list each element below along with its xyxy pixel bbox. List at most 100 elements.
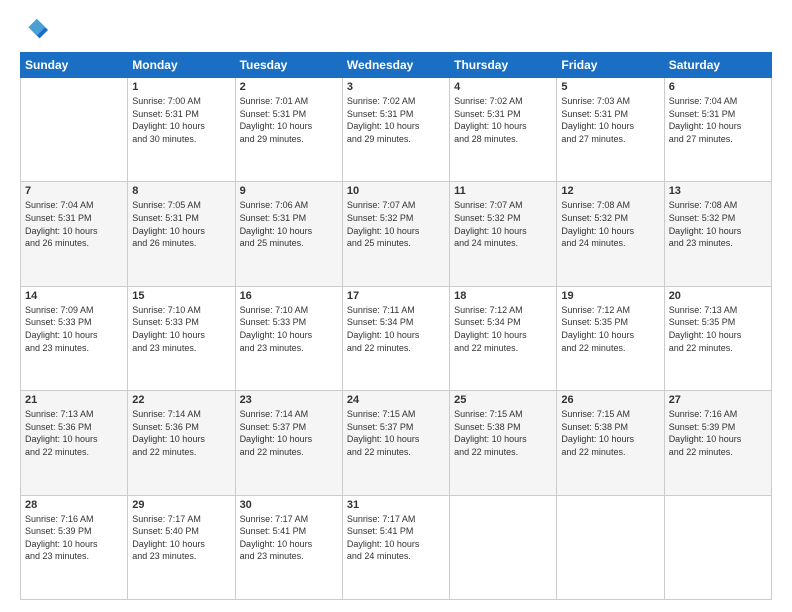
calendar-cell: 17 Sunrise: 7:11 AM Sunset: 5:34 PM Dayli… (342, 286, 449, 390)
cell-info: Sunrise: 7:03 AM Sunset: 5:31 PM Dayligh… (561, 95, 659, 145)
calendar-cell: 19 Sunrise: 7:12 AM Sunset: 5:35 PM Dayli… (557, 286, 664, 390)
logo-icon (20, 16, 48, 44)
day-number: 6 (669, 81, 767, 93)
cell-info: Sunrise: 7:10 AM Sunset: 5:33 PM Dayligh… (132, 304, 230, 354)
cell-info: Sunrise: 7:07 AM Sunset: 5:32 PM Dayligh… (454, 199, 552, 249)
cell-info: Sunrise: 7:10 AM Sunset: 5:33 PM Dayligh… (240, 304, 338, 354)
cell-info: Sunrise: 7:15 AM Sunset: 5:38 PM Dayligh… (561, 408, 659, 458)
calendar-cell: 30 Sunrise: 7:17 AM Sunset: 5:41 PM Dayli… (235, 495, 342, 599)
cell-info: Sunrise: 7:15 AM Sunset: 5:38 PM Dayligh… (454, 408, 552, 458)
calendar-cell: 23 Sunrise: 7:14 AM Sunset: 5:37 PM Dayli… (235, 391, 342, 495)
calendar-cell: 26 Sunrise: 7:15 AM Sunset: 5:38 PM Dayli… (557, 391, 664, 495)
calendar-cell (557, 495, 664, 599)
week-row-1: 1Sunrise: 7:00 AM Sunset: 5:31 PM Daylig… (21, 78, 772, 182)
day-number: 12 (561, 185, 659, 197)
calendar-cell: 5 Sunrise: 7:03 AM Sunset: 5:31 PM Daylig… (557, 78, 664, 182)
calendar-cell (21, 78, 128, 182)
cell-info: Sunrise: 7:08 AM Sunset: 5:32 PM Dayligh… (561, 199, 659, 249)
calendar-cell: 11 Sunrise: 7:07 AM Sunset: 5:32 PM Dayli… (450, 182, 557, 286)
calendar-cell: 20 Sunrise: 7:13 AM Sunset: 5:35 PM Dayli… (664, 286, 771, 390)
cell-info: Sunrise: 7:04 AM Sunset: 5:31 PM Dayligh… (669, 95, 767, 145)
calendar-cell: 25 Sunrise: 7:15 AM Sunset: 5:38 PM Dayli… (450, 391, 557, 495)
cell-info: Sunrise: 7:12 AM Sunset: 5:35 PM Dayligh… (561, 304, 659, 354)
calendar-cell: 15 Sunrise: 7:10 AM Sunset: 5:33 PM Dayli… (128, 286, 235, 390)
cell-info: Sunrise: 7:13 AM Sunset: 5:35 PM Dayligh… (669, 304, 767, 354)
cell-info: Sunrise: 7:02 AM Sunset: 5:31 PM Dayligh… (347, 95, 445, 145)
day-number: 2 (240, 81, 338, 93)
col-header-monday: Monday (128, 53, 235, 78)
page: SundayMondayTuesdayWednesdayThursdayFrid… (0, 0, 792, 612)
day-number: 14 (25, 290, 123, 302)
day-number: 10 (347, 185, 445, 197)
week-row-4: 21 Sunrise: 7:13 AM Sunset: 5:36 PM Dayli… (21, 391, 772, 495)
day-number: 7 (25, 185, 123, 197)
week-row-3: 14 Sunrise: 7:09 AM Sunset: 5:33 PM Dayli… (21, 286, 772, 390)
day-number: 20 (669, 290, 767, 302)
calendar-table: SundayMondayTuesdayWednesdayThursdayFrid… (20, 52, 772, 600)
calendar-cell: 3 Sunrise: 7:02 AM Sunset: 5:31 PM Daylig… (342, 78, 449, 182)
header (20, 16, 772, 44)
calendar-cell: 29Sunrise: 7:17 AM Sunset: 5:40 PM Dayli… (128, 495, 235, 599)
col-header-friday: Friday (557, 53, 664, 78)
calendar-cell: 8 Sunrise: 7:05 AM Sunset: 5:31 PM Daylig… (128, 182, 235, 286)
day-number: 4 (454, 81, 552, 93)
col-header-wednesday: Wednesday (342, 53, 449, 78)
day-number: 19 (561, 290, 659, 302)
cell-info: Sunrise: 7:11 AM Sunset: 5:34 PM Dayligh… (347, 304, 445, 354)
day-number: 5 (561, 81, 659, 93)
calendar-cell (664, 495, 771, 599)
day-number: 27 (669, 394, 767, 406)
calendar-header-row: SundayMondayTuesdayWednesdayThursdayFrid… (21, 53, 772, 78)
cell-info: Sunrise: 7:14 AM Sunset: 5:36 PM Dayligh… (132, 408, 230, 458)
calendar-cell: 18Sunrise: 7:12 AM Sunset: 5:34 PM Dayli… (450, 286, 557, 390)
calendar-cell: 10 Sunrise: 7:07 AM Sunset: 5:32 PM Dayli… (342, 182, 449, 286)
day-number: 26 (561, 394, 659, 406)
cell-info: Sunrise: 7:01 AM Sunset: 5:31 PM Dayligh… (240, 95, 338, 145)
cell-info: Sunrise: 7:17 AM Sunset: 5:40 PM Dayligh… (132, 513, 230, 563)
day-number: 31 (347, 499, 445, 511)
day-number: 25 (454, 394, 552, 406)
cell-info: Sunrise: 7:04 AM Sunset: 5:31 PM Dayligh… (25, 199, 123, 249)
cell-info: Sunrise: 7:00 AM Sunset: 5:31 PM Dayligh… (132, 95, 230, 145)
calendar-cell: 22Sunrise: 7:14 AM Sunset: 5:36 PM Dayli… (128, 391, 235, 495)
calendar-cell: 6 Sunrise: 7:04 AM Sunset: 5:31 PM Daylig… (664, 78, 771, 182)
day-number: 15 (132, 290, 230, 302)
cell-info: Sunrise: 7:02 AM Sunset: 5:31 PM Dayligh… (454, 95, 552, 145)
day-number: 8 (132, 185, 230, 197)
col-header-sunday: Sunday (21, 53, 128, 78)
logo (20, 16, 52, 44)
cell-info: Sunrise: 7:07 AM Sunset: 5:32 PM Dayligh… (347, 199, 445, 249)
cell-info: Sunrise: 7:05 AM Sunset: 5:31 PM Dayligh… (132, 199, 230, 249)
calendar-cell: 2 Sunrise: 7:01 AM Sunset: 5:31 PM Daylig… (235, 78, 342, 182)
cell-info: Sunrise: 7:17 AM Sunset: 5:41 PM Dayligh… (240, 513, 338, 563)
day-number: 30 (240, 499, 338, 511)
week-row-5: 28Sunrise: 7:16 AM Sunset: 5:39 PM Dayli… (21, 495, 772, 599)
calendar-cell: 4 Sunrise: 7:02 AM Sunset: 5:31 PM Daylig… (450, 78, 557, 182)
day-number: 17 (347, 290, 445, 302)
calendar-cell: 27Sunrise: 7:16 AM Sunset: 5:39 PM Dayli… (664, 391, 771, 495)
day-number: 23 (240, 394, 338, 406)
col-header-saturday: Saturday (664, 53, 771, 78)
cell-info: Sunrise: 7:14 AM Sunset: 5:37 PM Dayligh… (240, 408, 338, 458)
cell-info: Sunrise: 7:12 AM Sunset: 5:34 PM Dayligh… (454, 304, 552, 354)
col-header-thursday: Thursday (450, 53, 557, 78)
col-header-tuesday: Tuesday (235, 53, 342, 78)
day-number: 11 (454, 185, 552, 197)
cell-info: Sunrise: 7:17 AM Sunset: 5:41 PM Dayligh… (347, 513, 445, 563)
cell-info: Sunrise: 7:08 AM Sunset: 5:32 PM Dayligh… (669, 199, 767, 249)
cell-info: Sunrise: 7:13 AM Sunset: 5:36 PM Dayligh… (25, 408, 123, 458)
calendar-cell: 12 Sunrise: 7:08 AM Sunset: 5:32 PM Dayli… (557, 182, 664, 286)
calendar-cell: 21 Sunrise: 7:13 AM Sunset: 5:36 PM Dayli… (21, 391, 128, 495)
calendar-cell: 24Sunrise: 7:15 AM Sunset: 5:37 PM Dayli… (342, 391, 449, 495)
cell-info: Sunrise: 7:06 AM Sunset: 5:31 PM Dayligh… (240, 199, 338, 249)
cell-info: Sunrise: 7:09 AM Sunset: 5:33 PM Dayligh… (25, 304, 123, 354)
calendar-cell: 9Sunrise: 7:06 AM Sunset: 5:31 PM Daylig… (235, 182, 342, 286)
calendar-cell (450, 495, 557, 599)
calendar-cell: 7 Sunrise: 7:04 AM Sunset: 5:31 PM Daylig… (21, 182, 128, 286)
day-number: 3 (347, 81, 445, 93)
day-number: 21 (25, 394, 123, 406)
day-number: 13 (669, 185, 767, 197)
calendar-cell: 31 Sunrise: 7:17 AM Sunset: 5:41 PM Dayli… (342, 495, 449, 599)
calendar-cell: 14 Sunrise: 7:09 AM Sunset: 5:33 PM Dayli… (21, 286, 128, 390)
day-number: 16 (240, 290, 338, 302)
